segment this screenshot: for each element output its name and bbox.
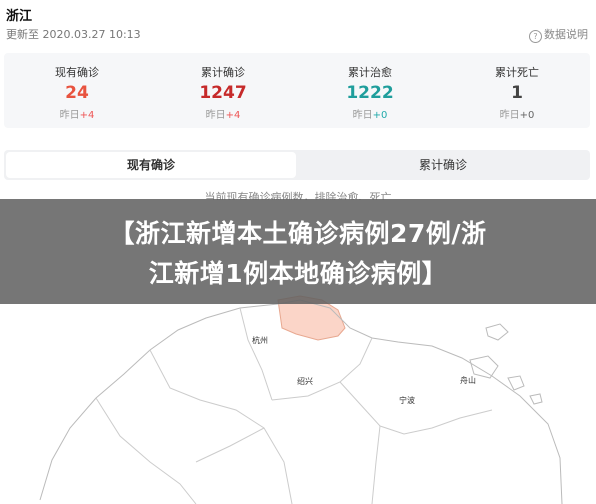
stat-delta: 昨日+4 — [205, 110, 241, 121]
data-explanation-label: 数据说明 — [544, 28, 588, 41]
stat-total-deaths: 累计死亡 1 昨日+0 — [444, 53, 590, 128]
data-explanation-link[interactable]: ? 数据说明 — [529, 26, 588, 43]
stat-label: 累计确诊 — [201, 66, 245, 79]
view-tabs: 现有确诊 累计确诊 — [4, 150, 590, 180]
question-icon: ? — [529, 30, 542, 43]
stat-total-confirmed: 累计确诊 1247 昨日+4 — [150, 53, 296, 128]
stat-delta: 昨日+4 — [59, 110, 95, 121]
city-label: 舟山 — [460, 375, 476, 385]
city-label: 绍兴 — [297, 376, 313, 386]
stat-value: 1 — [511, 83, 523, 103]
headline-line-2: 江新增1例本地确诊病例】 — [148, 259, 448, 288]
stat-current-confirmed: 现有确诊 24 昨日+4 — [4, 53, 150, 128]
headline-line-1: 【浙江新增本土确诊病例27例/浙 — [109, 219, 487, 248]
region-title: 浙江 — [6, 9, 33, 24]
stat-value: 24 — [65, 83, 89, 103]
stat-total-cured: 累计治愈 1222 昨日+0 — [297, 53, 443, 128]
stat-value: 1247 — [199, 83, 247, 103]
stat-delta: 昨日+0 — [499, 110, 535, 121]
page-header: 浙江 更新至 2020.03.27 10:13 ? 数据说明 — [0, 0, 596, 48]
stat-label: 现有确诊 — [55, 66, 99, 79]
headline-banner: 【浙江新增本土确诊病例27例/浙 江新增1例本地确诊病例】 — [0, 199, 596, 304]
tab-current-confirmed[interactable]: 现有确诊 — [6, 152, 296, 178]
city-label: 杭州 — [252, 335, 268, 345]
stats-panel: 现有确诊 24 昨日+4 累计确诊 1247 昨日+4 累计治愈 1222 昨日… — [4, 53, 590, 128]
stat-label: 累计死亡 — [495, 66, 539, 79]
stat-delta: 昨日+0 — [352, 110, 388, 121]
city-label: 宁波 — [399, 395, 415, 405]
update-time: 更新至 2020.03.27 10:13 — [6, 28, 141, 41]
stat-label: 累计治愈 — [348, 66, 392, 79]
tab-total-confirmed[interactable]: 累计确诊 — [298, 152, 588, 178]
stat-value: 1222 — [346, 83, 394, 103]
